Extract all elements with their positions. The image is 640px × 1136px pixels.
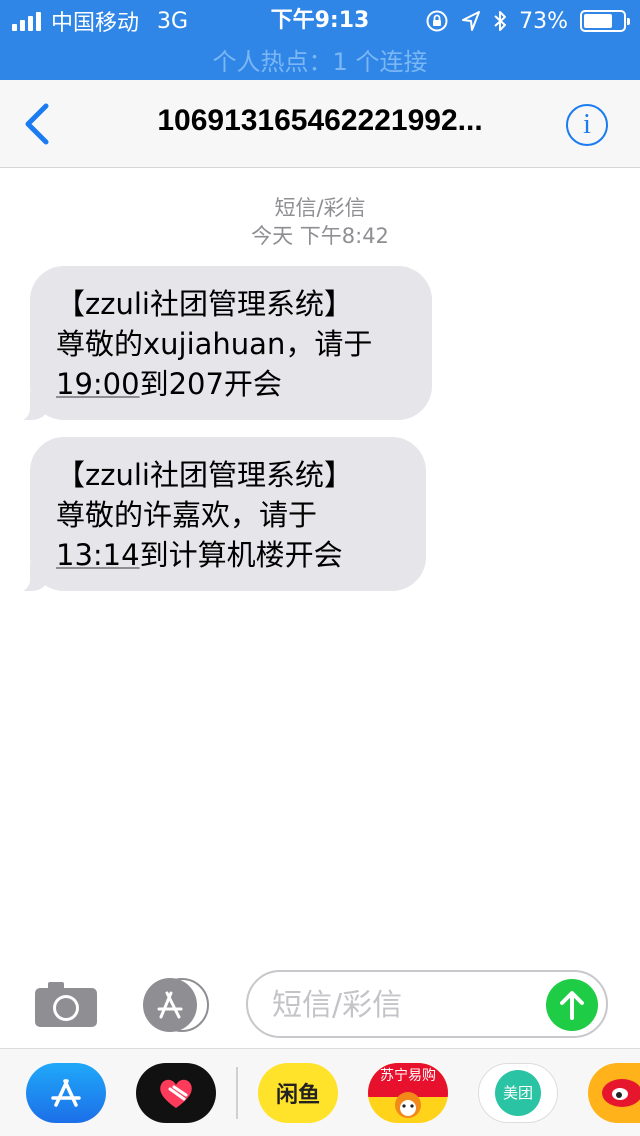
network-type: 3G <box>157 8 189 34</box>
message-line: 19:00到207开会 <box>56 364 408 404</box>
rotation-lock-icon <box>426 10 448 32</box>
message-text: 到207开会 <box>139 367 282 401</box>
app-drawer-app-store[interactable] <box>26 1063 106 1123</box>
send-button[interactable] <box>546 979 598 1031</box>
camera-button[interactable] <box>34 980 98 1028</box>
message-bubble[interactable]: 【zzuli社团管理系统】 尊敬的许嘉欢，请于 13:14到计算机楼开会 <box>16 437 426 592</box>
heart-icon <box>160 1079 192 1108</box>
status-right: 73% <box>425 8 630 34</box>
location-arrow-icon <box>462 11 481 31</box>
info-button[interactable]: i <box>566 104 608 146</box>
app-store-button[interactable] <box>140 978 212 1032</box>
app-store-icon <box>143 978 209 1032</box>
app-drawer-xianyu[interactable]: 闲鱼 <box>258 1063 338 1123</box>
status-left: 中国移动 3G <box>12 8 189 36</box>
app-drawer-meituan[interactable]: 美团 <box>478 1063 558 1123</box>
battery-percent: 73% <box>519 8 568 34</box>
message-line: 【zzuli社团管理系统】 <box>56 458 353 492</box>
app-drawer: 闲鱼 苏宁易购 美团 <box>0 1048 640 1136</box>
message-input-wrapper <box>246 970 608 1038</box>
meituan-logo: 美团 <box>495 1070 541 1116</box>
conversation-title: 106913165462221992... <box>157 104 483 137</box>
xianyu-logo: 闲鱼 <box>275 1083 320 1108</box>
nav-bar: 106913165462221992... i <box>0 80 640 168</box>
arrow-up-icon <box>560 991 584 1020</box>
info-icon: i <box>583 109 591 140</box>
conversation-meta: 短信/彩信 今天 下午8:42 <box>0 194 640 250</box>
app-drawer-suning[interactable]: 苏宁易购 <box>368 1063 448 1123</box>
battery-icon <box>580 10 630 32</box>
battery-level <box>584 14 612 28</box>
message-timestamp: 今天 下午8:42 <box>251 224 389 248</box>
message-text: 到计算机楼开会 <box>139 538 343 572</box>
message-type-label: 短信/彩信 <box>274 196 366 220</box>
app-store-icon <box>51 1079 81 1107</box>
weibo-icon <box>602 1079 640 1107</box>
hotspot-banner[interactable]: 个人热点：1 个连接 <box>0 42 640 77</box>
camera-icon <box>35 982 97 1027</box>
app-drawer-divider <box>236 1067 238 1119</box>
lion-icon <box>395 1092 421 1118</box>
bluetooth-icon <box>494 11 507 31</box>
message-line: 尊敬的xujiahuan，请于 <box>56 327 373 361</box>
time-link[interactable]: 19:00 <box>56 367 140 401</box>
app-drawer-weibo[interactable] <box>588 1063 640 1123</box>
message-line: 【zzuli社团管理系统】 <box>56 287 353 321</box>
time-link[interactable]: 13:14 <box>56 538 140 572</box>
signal-strength-icon <box>12 11 41 31</box>
message-line: 13:14到计算机楼开会 <box>56 535 402 575</box>
status-bar: 中国移动 3G 下午9:13 73% 个人热点：1 个连接 <box>0 0 640 80</box>
app-drawer-digital-touch[interactable] <box>136 1063 216 1123</box>
message-input[interactable] <box>272 984 542 1026</box>
message-bubble[interactable]: 【zzuli社团管理系统】 尊敬的xujiahuan，请于 19:00到207开… <box>16 266 432 421</box>
carrier-name: 中国移动 <box>51 11 140 36</box>
message-line: 尊敬的许嘉欢，请于 <box>56 498 318 532</box>
